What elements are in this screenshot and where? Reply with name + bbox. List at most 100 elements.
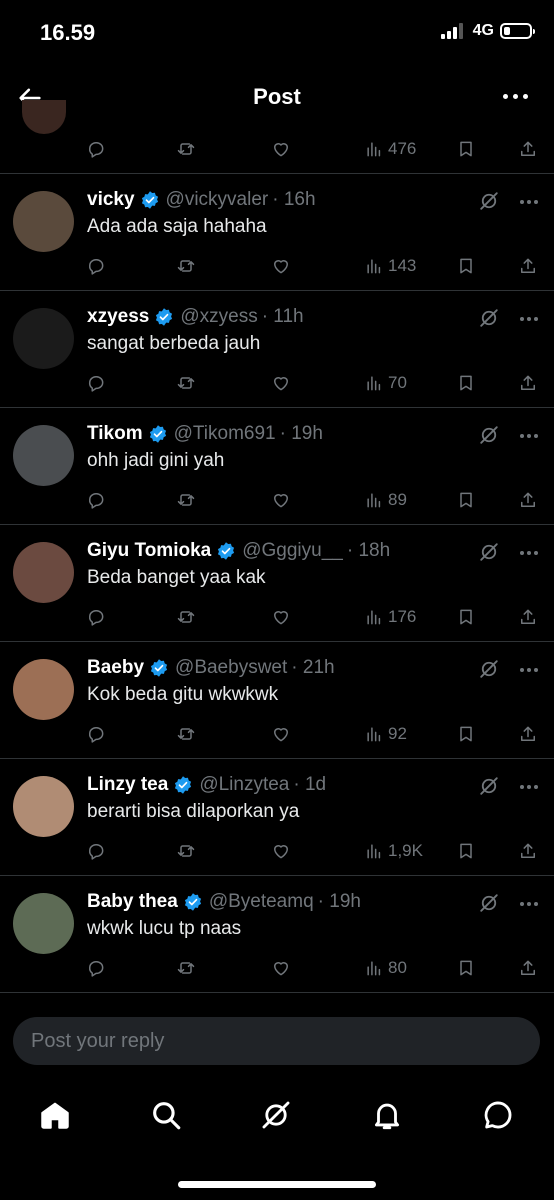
reply-more-button[interactable] <box>520 434 538 438</box>
reply-more-button[interactable] <box>520 317 538 321</box>
share-button[interactable] <box>518 489 538 511</box>
share-button[interactable] <box>518 138 538 160</box>
author-name[interactable]: Linzy tea <box>87 774 168 796</box>
author-handle[interactable]: @vickyvaler <box>166 189 269 211</box>
avatar[interactable] <box>13 425 74 486</box>
comment-button[interactable] <box>86 957 106 979</box>
bookmark-button[interactable] <box>456 957 476 979</box>
tab-home[interactable] <box>37 1097 73 1133</box>
like-button[interactable] <box>271 255 291 277</box>
repost-icon <box>177 845 195 857</box>
share-button[interactable] <box>518 957 538 979</box>
grok-icon[interactable] <box>478 892 500 914</box>
author-handle[interactable]: @Linzytea <box>199 774 289 796</box>
reply-more-button[interactable] <box>520 785 538 789</box>
avatar[interactable] <box>13 659 74 720</box>
tab-messages[interactable] <box>480 1097 516 1133</box>
views-button[interactable]: 92 <box>364 723 407 745</box>
bookmark-button[interactable] <box>456 255 476 277</box>
reply-item[interactable]: Baby thea @Byeteamq · 19h wkwk lucu tp naas… <box>0 876 554 993</box>
views-button[interactable]: 70 <box>364 372 407 394</box>
grok-icon[interactable] <box>478 307 500 329</box>
share-button[interactable] <box>518 255 538 277</box>
author-handle[interactable]: @Byeteamq <box>209 891 314 913</box>
bookmark-button[interactable] <box>456 489 476 511</box>
comment-button[interactable] <box>86 489 106 511</box>
author-handle[interactable]: @xzyess <box>180 306 257 328</box>
reply-item[interactable]: Baeby @Baebyswet · 21h Kok beda gitu wkwkwk… <box>0 642 554 759</box>
grok-icon[interactable] <box>478 190 500 212</box>
like-button[interactable] <box>271 138 291 160</box>
tab-search[interactable] <box>148 1097 184 1133</box>
more-options-button[interactable] <box>503 94 528 99</box>
reply-item[interactable]: Linzy tea @Linzytea · 1d berarti bisa dilap… <box>0 759 554 876</box>
author-name[interactable]: xzyess <box>87 306 149 328</box>
like-button[interactable] <box>271 723 291 745</box>
like-button[interactable] <box>271 957 291 979</box>
like-button[interactable] <box>271 606 291 628</box>
repost-button[interactable] <box>176 138 196 160</box>
tab-grok[interactable] <box>258 1097 294 1133</box>
share-button[interactable] <box>518 606 538 628</box>
author-handle[interactable]: @Baebyswet <box>175 657 287 679</box>
reply-item[interactable]: vicky @vickyvaler · 16h Ada ada saja hahaha… <box>0 174 554 291</box>
reply-item[interactable]: xzyess @xzyess · 11h sangat berbeda jauh 70 <box>0 291 554 408</box>
grok-icon[interactable] <box>478 658 500 680</box>
reply-input[interactable] <box>13 1017 540 1065</box>
comment-button[interactable] <box>86 255 106 277</box>
repost-button[interactable] <box>176 372 196 394</box>
reply-more-button[interactable] <box>520 200 538 204</box>
avatar[interactable] <box>13 191 74 252</box>
author-name[interactable]: Giyu Tomioka <box>87 540 211 562</box>
avatar[interactable] <box>13 542 74 603</box>
bookmark-button[interactable] <box>456 606 476 628</box>
share-button[interactable] <box>518 840 538 862</box>
share-button[interactable] <box>518 723 538 745</box>
avatar[interactable] <box>13 776 74 837</box>
comment-button[interactable] <box>86 840 106 862</box>
avatar[interactable] <box>13 893 74 954</box>
grok-icon[interactable] <box>478 541 500 563</box>
reply-more-button[interactable] <box>520 551 538 555</box>
repost-button[interactable] <box>176 723 196 745</box>
comment-button[interactable] <box>86 606 106 628</box>
like-button[interactable] <box>271 840 291 862</box>
reply-composer[interactable] <box>13 1017 540 1065</box>
author-name[interactable]: Baby thea <box>87 891 178 913</box>
repost-button[interactable] <box>176 840 196 862</box>
views-button[interactable]: 80 <box>364 957 407 979</box>
repost-button[interactable] <box>176 957 196 979</box>
views-button[interactable]: 89 <box>364 489 407 511</box>
author-handle[interactable]: @Gggiyu__ <box>242 540 343 562</box>
author-name[interactable]: vicky <box>87 189 135 211</box>
repost-button[interactable] <box>176 606 196 628</box>
like-button[interactable] <box>271 489 291 511</box>
views-button[interactable]: 1,9K <box>364 840 423 862</box>
bookmark-button[interactable] <box>456 840 476 862</box>
grok-icon[interactable] <box>478 424 500 446</box>
views-button[interactable]: 176 <box>364 606 416 628</box>
comment-button[interactable] <box>86 723 106 745</box>
reply-item[interactable]: Giyu Tomioka @Gggiyu__ · 18h Beda banget ya… <box>0 525 554 642</box>
author-handle[interactable]: @Tikom691 <box>174 423 276 445</box>
repost-button[interactable] <box>176 255 196 277</box>
comment-button[interactable] <box>86 372 106 394</box>
views-button[interactable]: 476 <box>364 138 416 160</box>
grok-icon[interactable] <box>478 775 500 797</box>
repost-button[interactable] <box>176 489 196 511</box>
reply-item-partial[interactable]: 476 <box>0 128 554 174</box>
author-name[interactable]: Baeby <box>87 657 144 679</box>
views-button[interactable]: 143 <box>364 255 416 277</box>
like-button[interactable] <box>271 372 291 394</box>
bookmark-button[interactable] <box>456 138 476 160</box>
bookmark-button[interactable] <box>456 723 476 745</box>
reply-more-button[interactable] <box>520 902 538 906</box>
tab-notifications[interactable] <box>369 1097 405 1133</box>
reply-more-button[interactable] <box>520 668 538 672</box>
author-name[interactable]: Tikom <box>87 423 143 445</box>
share-button[interactable] <box>518 372 538 394</box>
comment-button[interactable] <box>86 138 106 160</box>
avatar[interactable] <box>13 308 74 369</box>
reply-item[interactable]: Tikom @Tikom691 · 19h ohh jadi gini yah 89 <box>0 408 554 525</box>
bookmark-button[interactable] <box>456 372 476 394</box>
